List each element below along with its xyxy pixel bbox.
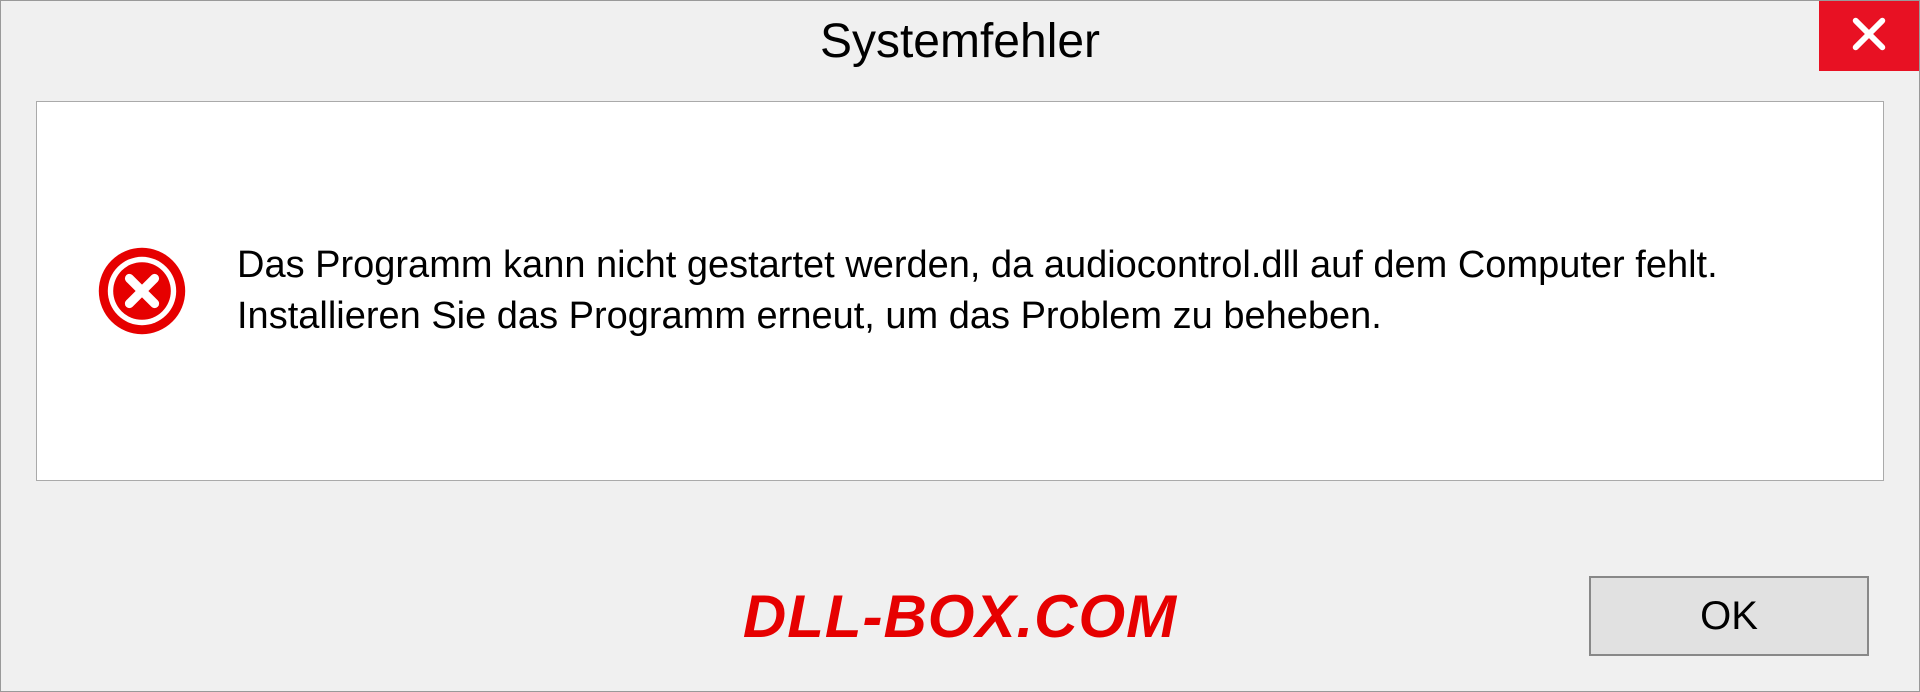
close-button[interactable] — [1819, 1, 1919, 71]
ok-button[interactable]: OK — [1589, 576, 1869, 656]
error-message: Das Programm kann nicht gestartet werden… — [237, 240, 1823, 343]
dialog-title: Systemfehler — [820, 14, 1100, 69]
close-icon — [1849, 14, 1889, 59]
titlebar: Systemfehler — [1, 1, 1919, 81]
error-icon — [97, 246, 187, 336]
error-dialog: Systemfehler Das Programm kann nicht ges… — [0, 0, 1920, 692]
watermark-text: DLL-BOX.COM — [743, 582, 1177, 651]
dialog-footer: DLL-BOX.COM OK — [1, 541, 1919, 691]
content-panel: Das Programm kann nicht gestartet werden… — [36, 101, 1884, 481]
